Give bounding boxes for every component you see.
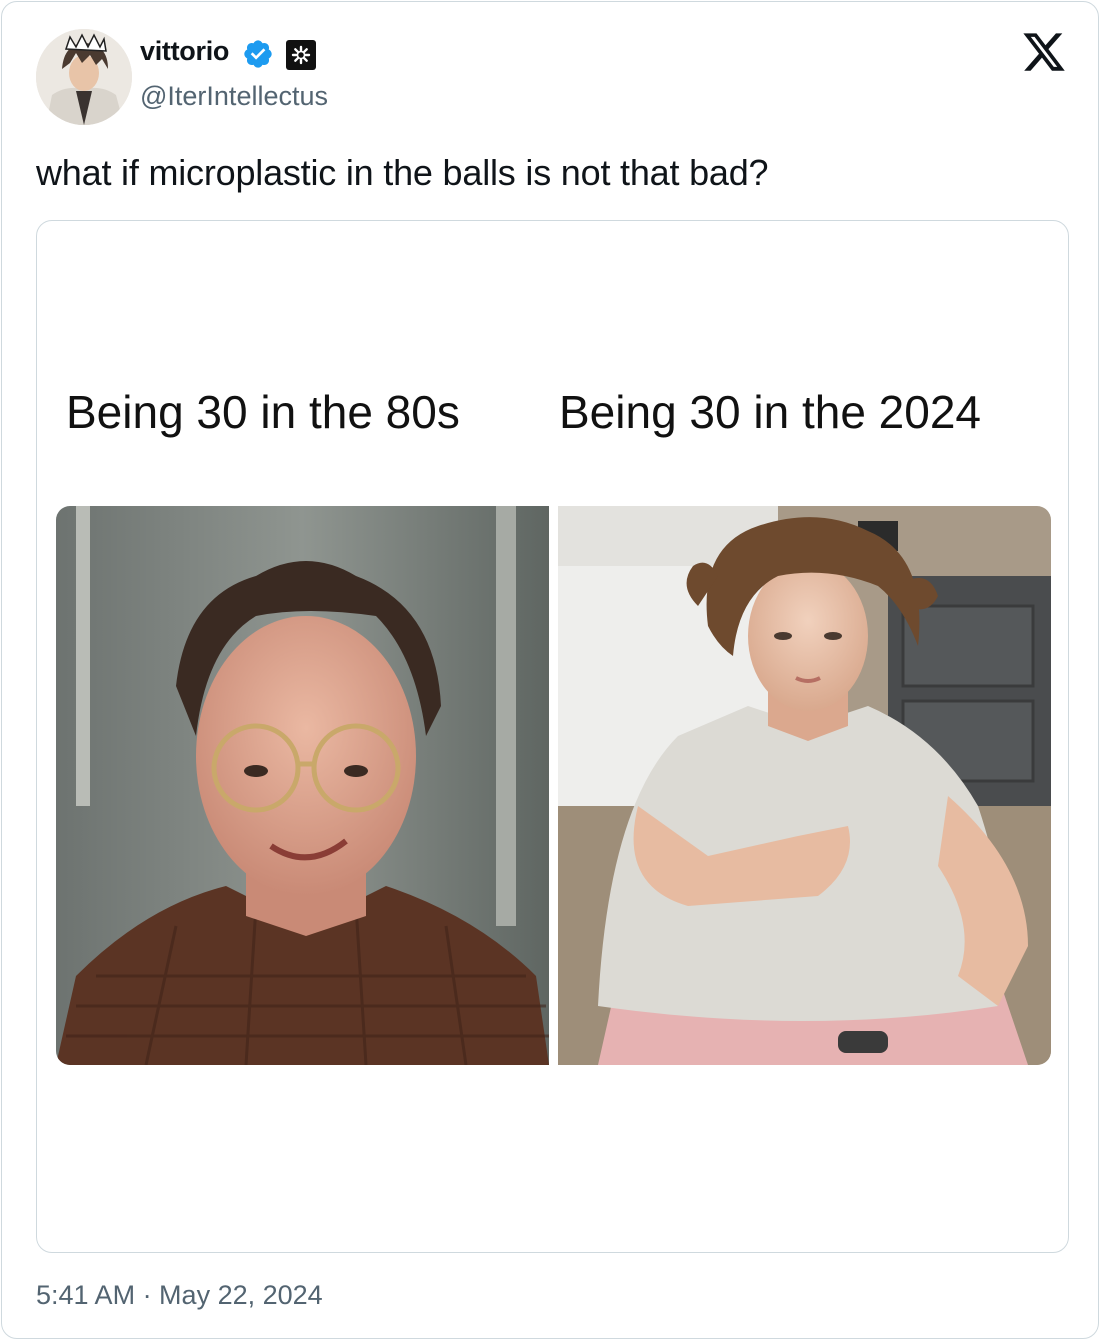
- meme-photo-left: [56, 506, 549, 1065]
- meme-caption-left: Being 30 in the 80s: [66, 386, 460, 438]
- tweet-text: what if microplastic in the balls is not…: [36, 152, 769, 193]
- author-handle[interactable]: @IterIntellectus: [140, 81, 328, 112]
- affiliation-badge-icon: [286, 40, 316, 70]
- tweet-timestamp[interactable]: 5:41 AM · May 22, 2024: [36, 1280, 323, 1311]
- meme-caption-right: Being 30 in the 2024: [559, 386, 982, 438]
- tweet-media[interactable]: Being 30 in the 80s Being 30 in the 2024: [36, 220, 1069, 1253]
- meme-photo-right: [558, 506, 1051, 1065]
- verified-badge-icon: [244, 40, 272, 68]
- author-display-name[interactable]: vittorio: [140, 36, 229, 67]
- avatar[interactable]: [36, 29, 132, 125]
- tweet-card: vittorio @IterIntellectus what if microp…: [1, 1, 1099, 1339]
- x-logo-icon[interactable]: [1020, 29, 1068, 75]
